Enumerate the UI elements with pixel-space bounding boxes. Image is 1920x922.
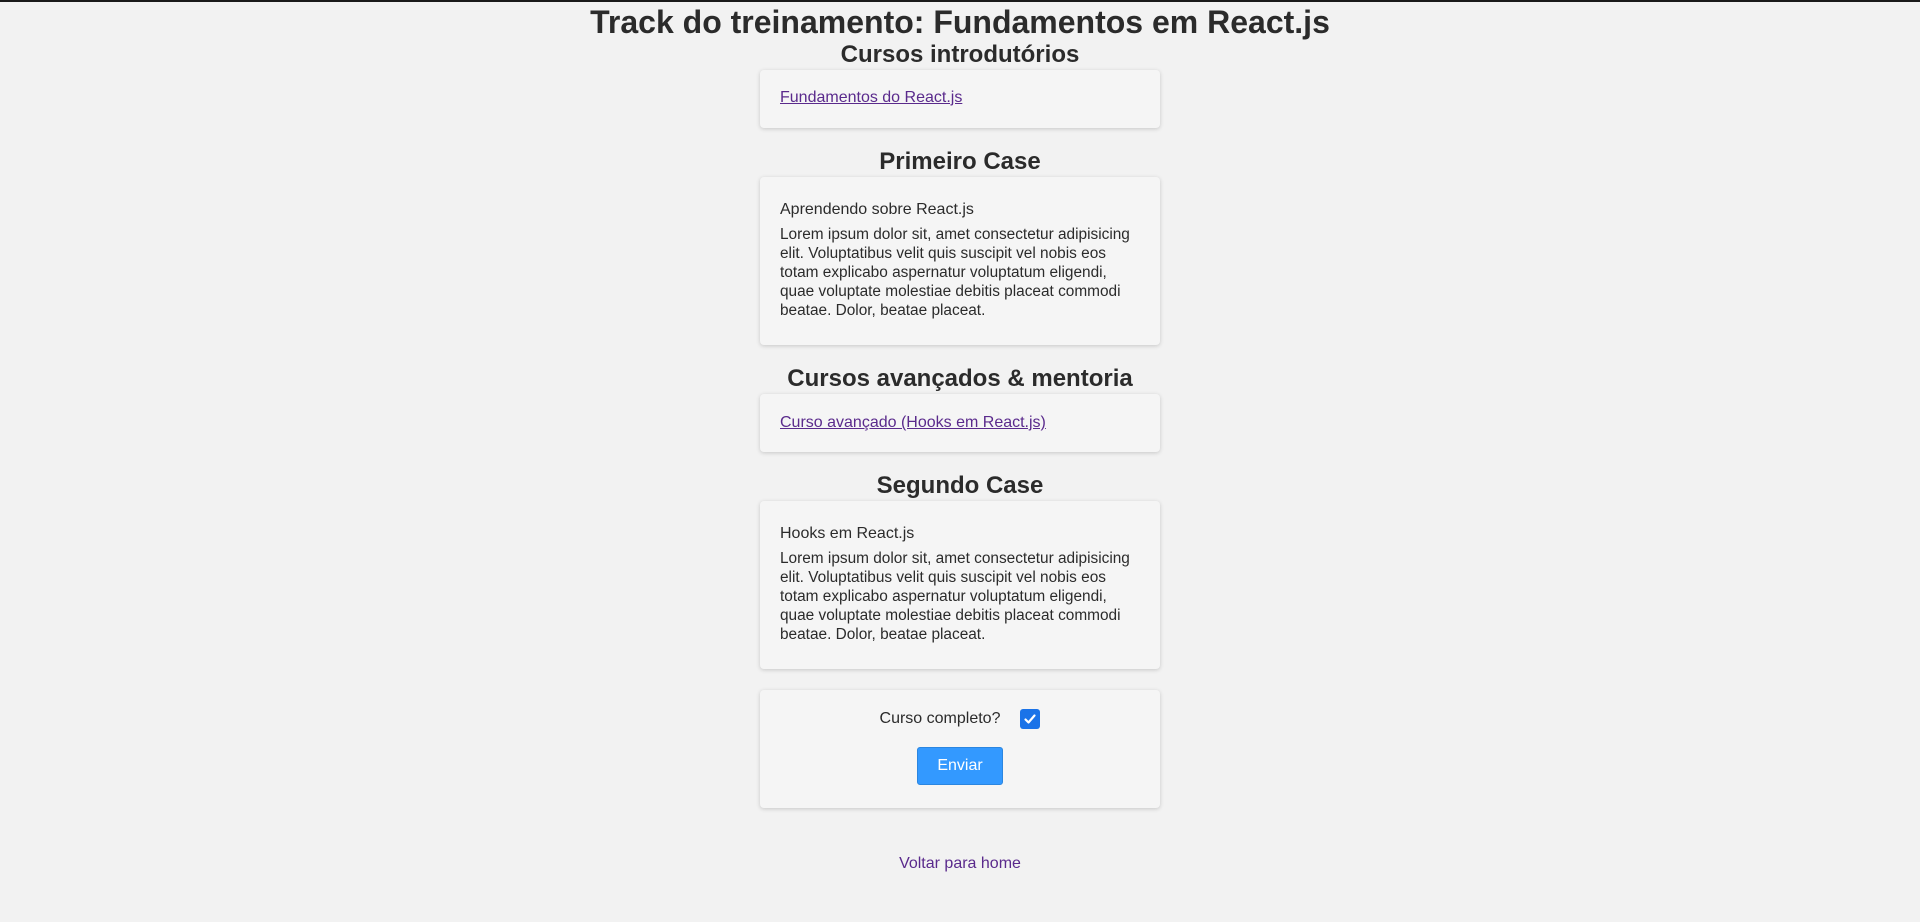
case1-card: Aprendendo sobre React.js Lorem ipsum do… — [760, 177, 1160, 345]
advanced-course-card: Curso avançado (Hooks em React.js) — [760, 394, 1160, 452]
page-title: Track do treinamento: Fundamentos em Rea… — [590, 4, 1330, 40]
case2-card: Hooks em React.js Lorem ipsum dolor sit,… — [760, 501, 1160, 669]
case2-text: Lorem ipsum dolor sit, amet consectetur … — [780, 550, 1130, 643]
completion-checkbox[interactable] — [1020, 709, 1041, 729]
case2-subtitle: Hooks em React.js — [780, 525, 915, 542]
completion-row: Curso completo? — [780, 709, 1140, 729]
back-home-container: Voltar para home — [0, 854, 1920, 874]
check-icon — [1024, 714, 1037, 724]
completion-label: Curso completo? — [879, 710, 1001, 727]
case1-subtitle: Aprendendo sobre React.js — [780, 201, 974, 218]
advanced-course-link[interactable]: Curso avançado (Hooks em React.js) — [780, 413, 1046, 433]
section-title-intro: Cursos introdutórios — [840, 41, 1080, 68]
intro-course-link[interactable]: Fundamentos do React.js — [780, 88, 962, 108]
completion-form-card: Curso completo? Enviar — [760, 690, 1160, 808]
case1-text: Lorem ipsum dolor sit, amet consectetur … — [780, 226, 1130, 319]
section-title-advanced: Cursos avançados & mentoria — [787, 365, 1133, 392]
back-home-link[interactable]: Voltar para home — [899, 855, 1021, 872]
section-title-case1: Primeiro Case — [879, 148, 1041, 175]
intro-course-card: Fundamentos do React.js — [760, 70, 1160, 128]
page: Track do treinamento: Fundamentos em Rea… — [0, 2, 1920, 922]
section-title-case2: Segundo Case — [876, 472, 1044, 499]
submit-button[interactable]: Enviar — [917, 747, 1003, 785]
